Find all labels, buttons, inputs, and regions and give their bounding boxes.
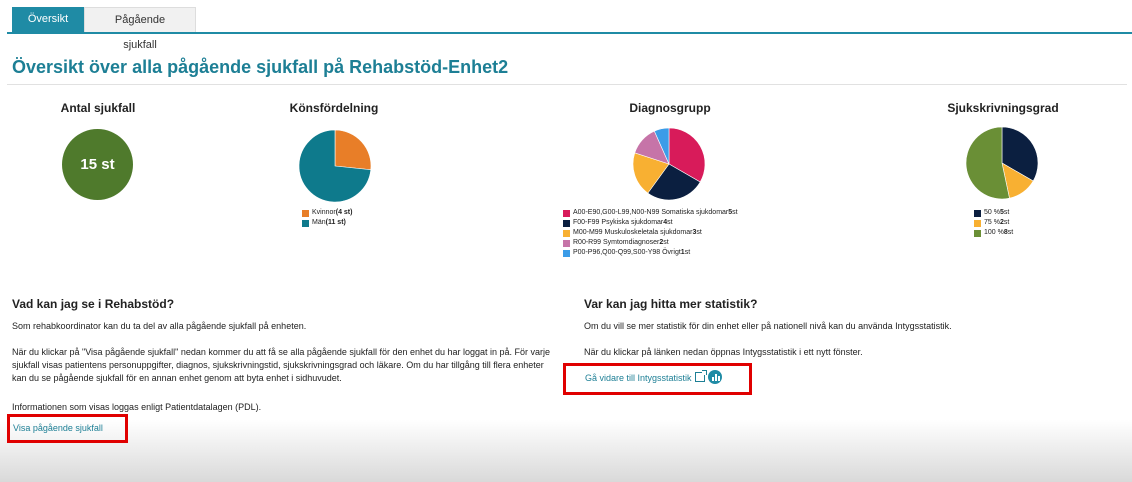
left-info-heading: Vad kan jag se i Rehabstöd? [12, 297, 175, 311]
diagnosis-legend-swatch-2 [563, 229, 570, 237]
degree-legend-label-1: 75 % [984, 219, 1000, 226]
diagnosis-legend-item-0: A00-E90,G00-L99,N00-N99 Somatiska sjukdo… [563, 208, 738, 218]
degree-legend-swatch-2 [974, 229, 981, 237]
highlight-box-right [563, 363, 752, 395]
page-title: Översikt över alla pågående sjukfall på … [12, 57, 509, 77]
gender-legend-swatch-0 [302, 209, 309, 217]
degree-legend-item-0: 50 % 5 st [974, 208, 1013, 218]
diagnosis-legend-swatch-0 [563, 209, 570, 217]
diagnosis-legend-item-1: F00-F99 Psykiska sjukdomar 4 st [563, 218, 738, 228]
diagnosis-legend-suffix-2: st [696, 229, 702, 236]
degree-title: Sjukskrivningsgrad [947, 101, 1059, 115]
degree-legend-swatch-0 [974, 209, 981, 217]
gender-legend-item-0: Kvinnor (4 st) [302, 208, 352, 218]
gender-slice-0 [334, 129, 372, 171]
right-info-heading: Var kan jag hitta mer statistik? [584, 297, 758, 311]
gender-legend-label-1: Män [312, 219, 326, 226]
left-info-p1: Som rehabkoordinator kan du ta del av al… [12, 321, 307, 331]
degree-legend-swatch-1 [974, 219, 981, 227]
gender-legend-label-0: Kvinnor [312, 209, 336, 216]
diagnosis-legend-swatch-3 [563, 239, 570, 247]
gender-pie-chart [298, 129, 372, 203]
diagnosis-legend-suffix-3: st [663, 239, 669, 246]
degree-legend-suffix-2: st [1007, 229, 1014, 236]
degree-legend-item-2: 100 % 8 st [974, 228, 1013, 238]
diagnosis-legend-label-0: A00-E90,G00-L99,N00-N99 Somatiska sjukdo… [573, 209, 729, 216]
bottom-fade [0, 420, 1132, 482]
diagnosis-legend-label-3: R00-R99 Symtomdiagnoser [573, 239, 660, 246]
tab-bar: Översikt Pågående sjukfall [7, 7, 1132, 51]
diagnosis-legend-suffix-1: st [667, 219, 673, 226]
diagnosis-legend-item-2: M00-M99 Muskuloskeletala sjukdomar 3 st [563, 228, 738, 238]
diagnosis-legend-label-2: M00-M99 Muskuloskeletala sjukdomar [573, 229, 693, 236]
gender-legend-swatch-1 [302, 219, 309, 227]
diagnosis-legend: A00-E90,G00-L99,N00-N99 Somatiska sjukdo… [563, 208, 738, 258]
right-info-p2: När du klickar på länken nedan öppnas In… [584, 347, 863, 357]
gender-legend-value-1: (11 st) [325, 219, 346, 226]
tab-pagaende-sjukfall[interactable]: Pågående sjukfall [84, 7, 196, 51]
diagnosis-legend-swatch-4 [563, 249, 570, 257]
diagnosis-legend-label-4: P00-P96,Q00-Q99,S00-Y98 Övrigt [573, 249, 681, 256]
divider [7, 84, 1127, 85]
degree-legend-item-1: 75 % 2 st [974, 218, 1013, 228]
tab-oversikt[interactable]: Översikt [12, 7, 84, 32]
degree-legend: 50 % 5 st 75 % 2 st 100 % 8 st [974, 208, 1013, 238]
gender-legend-value-0: (4 st) [335, 209, 353, 216]
diagnosis-legend-item-3: R00-R99 Symtomdiagnoser 2 st [563, 238, 738, 248]
left-info-p3: Informationen som visas loggas enligt Pa… [12, 402, 262, 412]
count-circle: 15 st [62, 129, 133, 200]
gender-title: Könsfördelning [289, 101, 379, 115]
degree-legend-suffix-0: st [1003, 209, 1010, 216]
diagnosis-legend-suffix-0: st [732, 209, 738, 216]
diagnosis-legend-label-1: F00-F99 Psykiska sjukdomar [573, 219, 664, 226]
degree-pie-chart [965, 126, 1039, 200]
gender-legend: Kvinnor (4 st) Män (11 st) [302, 208, 352, 228]
diagnosis-legend-swatch-1 [563, 219, 570, 227]
diagnosis-legend-suffix-4: st [684, 249, 691, 256]
diagnosis-pie-chart [632, 127, 706, 201]
count-title: Antal sjukfall [60, 101, 136, 115]
right-info-p1: Om du vill se mer statistik för din enhe… [584, 321, 952, 331]
degree-legend-label-0: 50 % [984, 209, 1000, 216]
left-info-p2: När du klickar på "Visa pågående sjukfal… [12, 347, 551, 383]
degree-legend-suffix-1: st [1003, 219, 1010, 226]
highlight-box-left [7, 414, 128, 443]
gender-legend-item-1: Män (11 st) [302, 218, 352, 228]
diagnosis-legend-item-4: P00-P96,Q00-Q99,S00-Y98 Övrigt 1 st [563, 248, 738, 258]
diagnosis-title: Diagnosgrupp [629, 101, 711, 115]
degree-legend-label-2: 100 % [984, 229, 1004, 236]
